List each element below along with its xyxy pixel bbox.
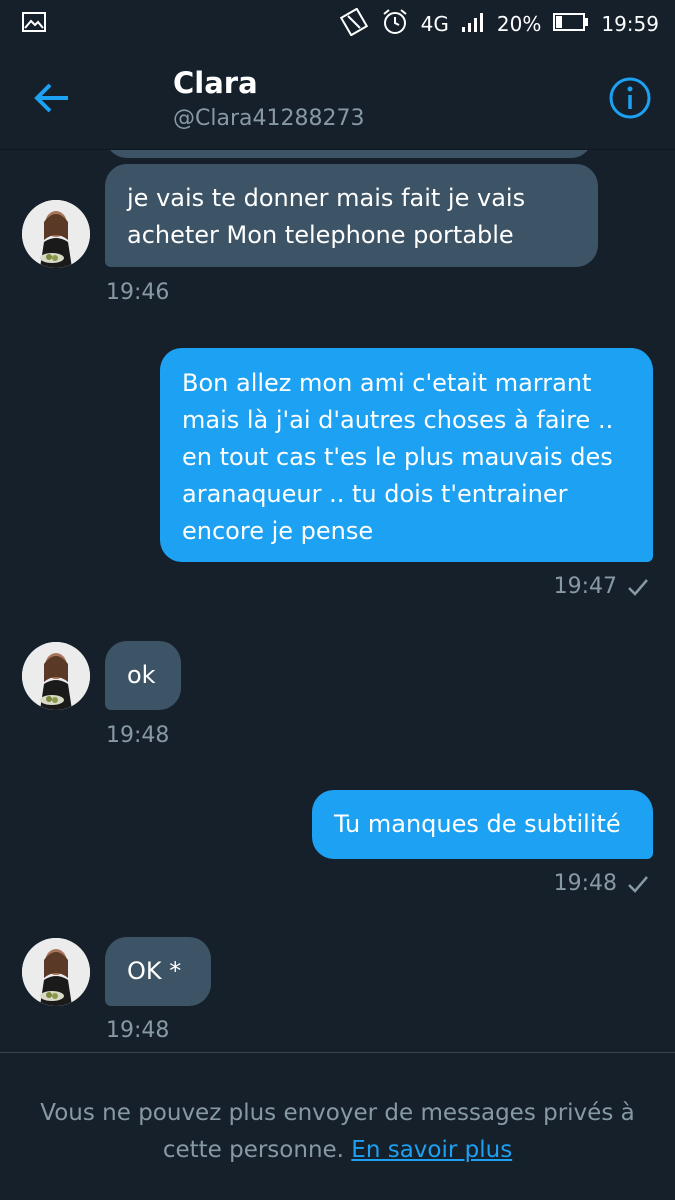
message-bubble-incoming[interactable]: je vais te donner mais fait je vais ache… <box>105 164 598 267</box>
info-icon <box>609 77 651 119</box>
conversation-header: Clara @Clara41288273 <box>0 48 675 150</box>
image-icon <box>22 12 46 32</box>
sync-icon <box>339 6 369 41</box>
contact-name[interactable]: Clara <box>173 66 258 100</box>
message-list[interactable]: je vais te donner mais fait je vais ache… <box>0 150 675 1052</box>
message-bubble-incoming[interactable]: OK * <box>105 937 211 1006</box>
check-icon <box>628 578 648 596</box>
message-timestamp: 19:46 <box>106 280 170 305</box>
avatar[interactable] <box>22 938 90 1006</box>
message-text-line: mais là j'ai d'autres choses à faire .. <box>182 406 614 434</box>
status-bar: 4G 20% 19:59 <box>0 0 675 48</box>
notice-text-line1: Vous ne pouvez plus envoyer de messages … <box>40 1100 635 1126</box>
message-bubble-outgoing[interactable]: Tu manques de subtilité <box>312 790 653 859</box>
message-status: 19:48 <box>554 871 649 896</box>
message-bubble-incoming[interactable]: ok <box>105 641 181 710</box>
back-arrow-icon <box>34 83 68 113</box>
message-bubble-outgoing[interactable]: Bon allez mon ami c'etait marrant mais l… <box>160 348 653 562</box>
message-timestamp: 19:48 <box>106 1018 170 1043</box>
learn-more-link[interactable]: En savoir plus <box>351 1137 512 1163</box>
notice-text-line2: cette personne. En savoir plus <box>0 1132 675 1169</box>
info-button[interactable] <box>608 76 652 120</box>
check-icon <box>628 875 648 893</box>
message-text: OK * <box>127 957 182 985</box>
back-button[interactable] <box>28 78 76 118</box>
battery-level: 20% <box>496 12 542 36</box>
message-text-line: je vais te donner mais fait je vais <box>127 184 526 212</box>
alarm-icon <box>381 8 409 41</box>
status-time: 19:59 <box>601 12 659 36</box>
notice-text-prefix: cette personne. <box>162 1137 344 1163</box>
battery-icon <box>553 12 589 37</box>
network-type: 4G <box>420 12 449 36</box>
message-bubble-partial <box>105 150 593 158</box>
signal-icon <box>461 11 485 38</box>
message-text: ok <box>127 661 156 689</box>
message-status: 19:47 <box>554 574 649 599</box>
message-text-line: Bon allez mon ami c'etait marrant <box>182 369 592 397</box>
contact-handle: @Clara41288273 <box>173 106 365 131</box>
message-timestamp: 19:48 <box>553 871 617 896</box>
message-text-line: encore je pense <box>182 517 374 545</box>
dm-disabled-notice: Vous ne pouvez plus envoyer de messages … <box>0 1052 675 1200</box>
message-text: Tu manques de subtilité <box>334 810 621 838</box>
message-text-line: en tout cas t'es le plus mauvais des <box>182 443 613 471</box>
avatar[interactable] <box>22 200 90 268</box>
message-timestamp: 19:48 <box>106 723 170 748</box>
message-text-line: aranaqueur .. tu dois t'entrainer <box>182 480 568 508</box>
avatar[interactable] <box>22 642 90 710</box>
message-text-line: acheter Mon telephone portable <box>127 221 514 249</box>
message-timestamp: 19:47 <box>553 574 617 599</box>
